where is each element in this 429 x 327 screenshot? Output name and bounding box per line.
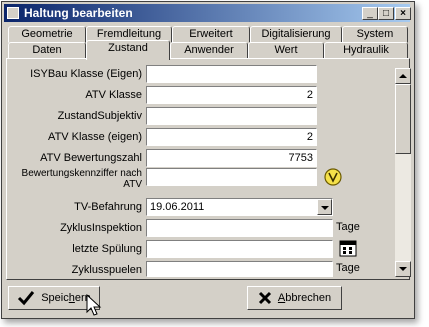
label-zustand-subjektiv: ZustandSubjektiv [57, 110, 142, 122]
scroll-up-button[interactable] [395, 68, 411, 84]
cancel-button-label: Abbrechen [277, 292, 332, 304]
cancel-button[interactable]: Abbrechen [247, 286, 342, 310]
arrow-up-icon [399, 74, 407, 78]
tv-befahrung-value: 19.06.2011 [150, 201, 205, 213]
scroll-thumb[interactable] [395, 84, 411, 154]
app-icon [7, 7, 19, 19]
scroll-down-button[interactable] [395, 261, 411, 277]
bewertungskennziffer-field[interactable] [146, 168, 317, 186]
zyklusspuelen-unit: Tage [336, 262, 360, 274]
calculate-v-icon [324, 168, 342, 186]
zyklus-inspektion-field[interactable] [146, 219, 333, 237]
tab-row-front: Daten Zustand Anwender Wert Hydraulik [6, 40, 410, 60]
zyklus-inspektion-unit: Tage [336, 221, 360, 233]
vertical-scrollbar[interactable] [395, 68, 411, 277]
tab-row-back: Geometrie Fremdleitung Erweitert Digital… [6, 26, 410, 43]
tab-erweitert[interactable]: Erweitert [172, 26, 250, 43]
zyklusspuelen-field[interactable] [146, 261, 333, 277]
dialog-window: Haltung bearbeiten _ □ × Geometrie Fremd… [1, 1, 415, 319]
atv-klasse-eigen-field[interactable]: 2 [146, 128, 317, 146]
x-cancel-icon [258, 291, 271, 305]
label-zyklus-inspektion: ZyklusInspektion [60, 222, 142, 234]
label-bewertungskennziffer: Bewertungskennziffer nach ATV [21, 168, 142, 190]
tab-hydraulik[interactable]: Hydraulik [324, 42, 408, 59]
label-atv-bewertungszahl: ATV Bewertungszahl [40, 152, 142, 164]
tab-daten[interactable]: Daten [8, 42, 86, 59]
tab-system[interactable]: System [342, 26, 408, 43]
tab-wert[interactable]: Wert [248, 42, 324, 59]
tab-zustand[interactable]: Zustand [86, 40, 170, 60]
letzte-spuelung-field[interactable] [146, 240, 333, 258]
chevron-down-icon[interactable] [317, 199, 332, 215]
atv-bewertungszahl-field[interactable]: 7753 [146, 149, 317, 167]
checkmark-icon [18, 291, 35, 306]
calendar-button[interactable] [338, 238, 358, 258]
tab-digitalisierung[interactable]: Digitalisierung [250, 26, 342, 43]
label-atv-klasse: ATV Klasse [85, 89, 142, 101]
zustand-subjektiv-field[interactable] [146, 107, 317, 125]
calendar-icon [339, 240, 357, 257]
label-tv-befahrung: TV-Befahrung [74, 201, 142, 213]
label-atv-klasse-eigen: ATV Klasse (eigen) [48, 131, 142, 143]
label-isybau-klasse: ISYBau Klasse (Eigen) [30, 68, 142, 80]
tab-anwender[interactable]: Anwender [170, 42, 248, 59]
tab-geometrie[interactable]: Geometrie [8, 26, 86, 43]
tv-befahrung-dropdown[interactable]: 19.06.2011 [146, 198, 333, 216]
mouse-cursor-icon [86, 294, 102, 316]
label-zyklusspuelen: Zyklusspuelen [71, 264, 142, 276]
isybau-klasse-field[interactable] [146, 65, 317, 83]
title-bar: Haltung bearbeiten _ □ × [4, 4, 411, 22]
save-button-label: Speichern [41, 292, 91, 304]
arrow-down-icon [399, 267, 407, 271]
label-letzte-spuelung: letzte Spülung [72, 243, 142, 255]
close-button[interactable]: × [395, 7, 411, 20]
maximize-button[interactable]: □ [378, 7, 394, 20]
window-title: Haltung bearbeiten [24, 6, 133, 20]
minimize-button[interactable]: _ [362, 7, 378, 20]
calculate-icon-button[interactable] [322, 166, 344, 188]
atv-klasse-field[interactable]: 2 [146, 86, 317, 104]
